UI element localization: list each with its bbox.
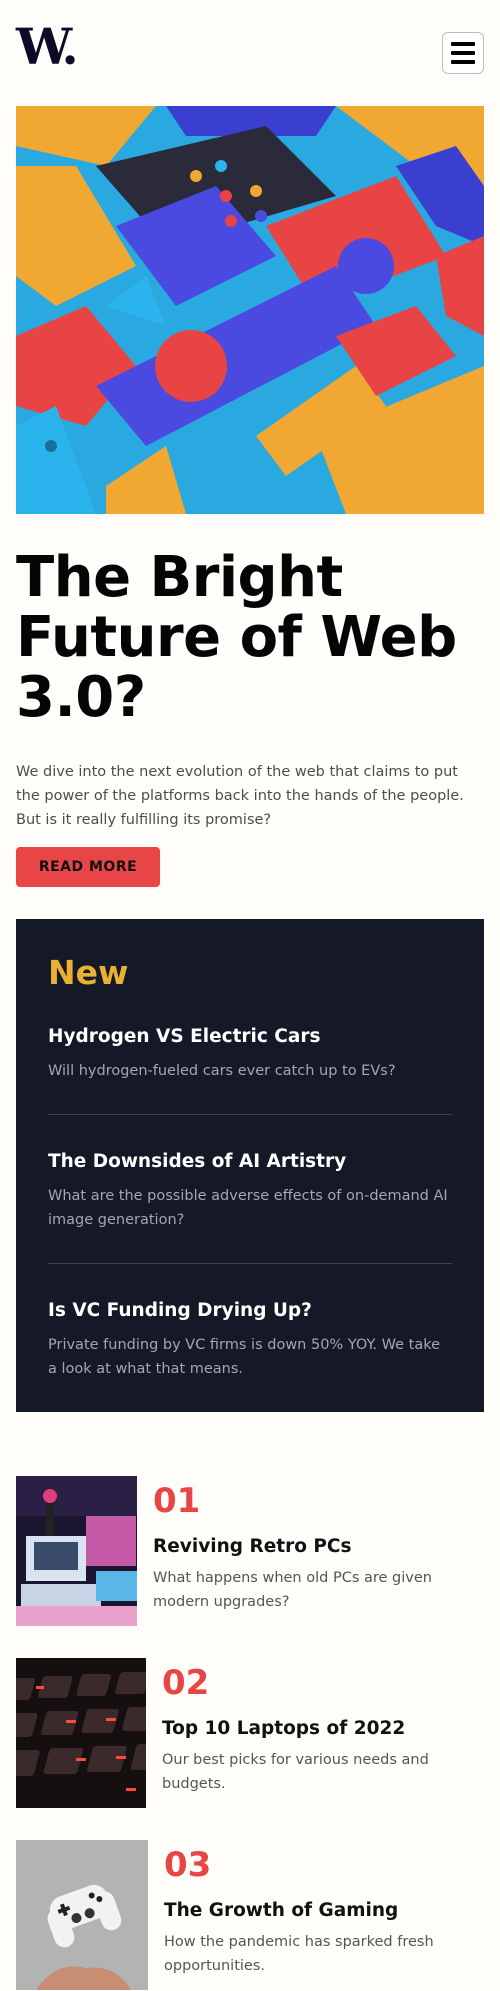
menu-icon-bar xyxy=(451,60,475,64)
new-item[interactable]: Hydrogen VS Electric Cars Will hydrogen-… xyxy=(48,1025,452,1083)
new-item[interactable]: Is VC Funding Drying Up? Private funding… xyxy=(48,1299,452,1381)
article-number: 03 xyxy=(164,1845,212,1885)
new-item-description: What are the possible adverse effects of… xyxy=(48,1188,448,1228)
article-title[interactable]: Reviving Retro PCs xyxy=(153,1536,352,1557)
article-list-item[interactable]: 02 Top 10 Laptops of 2022 Our best picks… xyxy=(16,1658,484,1808)
hamburger-menu-button[interactable] xyxy=(442,32,484,74)
divider xyxy=(48,1263,452,1264)
read-more-button[interactable]: READ MORE xyxy=(16,847,160,887)
article-description: What happens when old PCs are given mode… xyxy=(153,1570,432,1610)
article-number: 01 xyxy=(153,1481,201,1521)
new-item-title[interactable]: The Downsides of AI Artistry xyxy=(48,1150,452,1174)
hero-title: The Bright Future of Web 3.0? xyxy=(16,545,457,730)
article-list-item[interactable]: 01 Reviving Retro PCs What happens when … xyxy=(16,1476,484,1626)
new-section-heading: New xyxy=(48,953,129,992)
new-articles-panel: New Hydrogen VS Electric Cars Will hydro… xyxy=(16,919,484,1412)
laptop-keyboard-thumbnail[interactable] xyxy=(16,1658,146,1808)
hero-description: We dive into the next evolution of the w… xyxy=(16,764,464,828)
article-number: 02 xyxy=(162,1663,210,1703)
new-item[interactable]: The Downsides of AI Artistry What are th… xyxy=(48,1150,452,1232)
new-item-title[interactable]: Hydrogen VS Electric Cars xyxy=(48,1025,452,1049)
site-logo[interactable]: W. xyxy=(16,22,79,72)
game-controller-thumbnail[interactable] xyxy=(16,1840,148,1990)
new-item-description: Will hydrogen-fueled cars ever catch up … xyxy=(48,1063,396,1079)
retro-pc-thumbnail[interactable] xyxy=(16,1476,137,1626)
site-header: W. xyxy=(0,0,500,105)
article-title[interactable]: The Growth of Gaming xyxy=(164,1900,398,1921)
hero-image xyxy=(16,106,484,514)
article-description: Our best picks for various needs and bud… xyxy=(162,1752,429,1792)
article-title[interactable]: Top 10 Laptops of 2022 xyxy=(162,1718,405,1739)
menu-icon-bar xyxy=(451,51,475,55)
divider xyxy=(48,1114,452,1115)
article-list-item[interactable]: 03 The Growth of Gaming How the pandemic… xyxy=(16,1840,484,1990)
new-item-title[interactable]: Is VC Funding Drying Up? xyxy=(48,1299,452,1323)
article-description: How the pandemic has sparked fresh oppor… xyxy=(164,1934,434,1974)
menu-icon-bar xyxy=(451,42,475,46)
new-item-description: Private funding by VC firms is down 50% … xyxy=(48,1337,441,1377)
